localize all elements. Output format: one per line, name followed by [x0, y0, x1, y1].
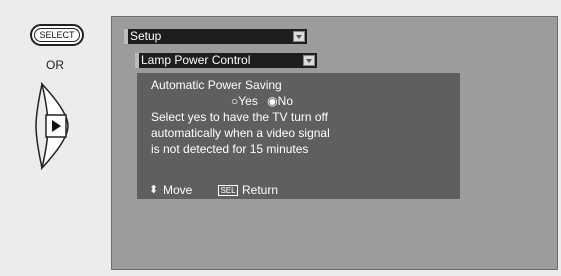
dropdown-arrow-icon[interactable] — [293, 31, 305, 42]
menu-footer: ⬍ Move SEL Return — [137, 182, 460, 199]
right-arrow-pad-icon — [34, 82, 74, 170]
setting-heading: Automatic Power Saving — [151, 78, 282, 92]
return-hint: Return — [242, 183, 279, 197]
power-saving-options: ○Yes ◉No — [231, 93, 299, 109]
tv-screen: Setup Lamp Power Control Automatic Power… — [111, 16, 558, 270]
setting-description: Select yes to have the TV turn off autom… — [151, 109, 451, 157]
description-line: Select yes to have the TV turn off — [151, 110, 328, 124]
setup-label: Setup — [130, 29, 162, 43]
tab-marker — [124, 29, 128, 44]
select-key-label: SELECT — [39, 30, 75, 40]
or-label: OR — [46, 58, 64, 72]
description-line: automatically when a video signal — [151, 126, 330, 140]
menu-lamp-power-tab[interactable]: Lamp Power Control — [135, 53, 317, 68]
move-hint: Move — [163, 183, 193, 197]
settings-panel: Automatic Power Saving ○Yes ◉No Select y… — [137, 73, 460, 186]
radio-selected-icon: ◉ — [267, 94, 278, 108]
option-no[interactable]: ◉No — [267, 93, 293, 109]
option-yes[interactable]: ○Yes — [231, 93, 258, 109]
select-key-icon: SELECT — [30, 24, 84, 46]
menu-setup-tab[interactable]: Setup — [124, 29, 307, 44]
sel-key-icon: SEL — [218, 185, 238, 196]
lamp-power-label: Lamp Power Control — [141, 53, 251, 67]
dropdown-arrow-icon[interactable] — [303, 55, 315, 66]
tab-marker — [135, 53, 139, 68]
updown-arrows-icon: ⬍ — [149, 184, 159, 196]
option-no-label: No — [277, 94, 293, 108]
description-line: is not detected for 15 minutes — [151, 142, 309, 156]
option-yes-label: Yes — [238, 94, 258, 108]
